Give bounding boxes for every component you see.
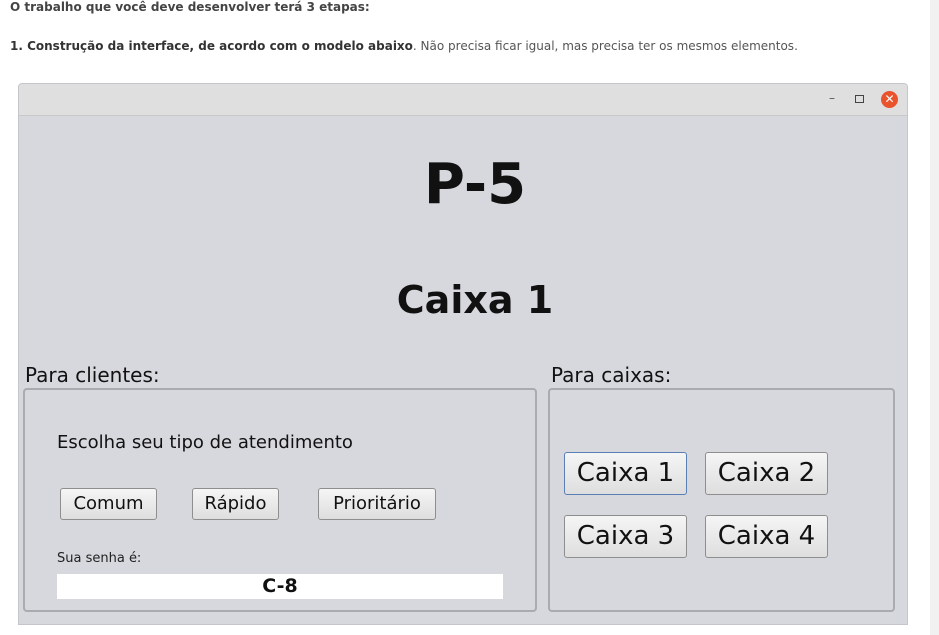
close-icon[interactable]: ✕: [881, 91, 898, 108]
caixas-section-label: Para caixas:: [551, 363, 672, 387]
clients-panel: Escolha seu tipo de atendimento Comum Rá…: [23, 388, 537, 612]
caixa-2-button[interactable]: Caixa 2: [705, 452, 828, 495]
senha-label: Sua senha é:: [57, 551, 142, 566]
prioritario-button[interactable]: Prioritário: [318, 488, 436, 520]
clients-section-label: Para clientes:: [25, 363, 160, 387]
doc-step1-rest: . Não precisa ficar igual, mas precisa t…: [412, 39, 798, 53]
minimize-icon[interactable]: –: [825, 90, 839, 106]
doc-step1: 1. Construção da interface, de acordo co…: [10, 39, 798, 53]
service-type-prompt: Escolha seu tipo de atendimento: [57, 432, 353, 453]
rapido-button[interactable]: Rápido: [192, 488, 279, 520]
window-titlebar: – ✕: [19, 84, 907, 116]
caixas-panel: Caixa 1 Caixa 2 Caixa 3 Caixa 4: [548, 388, 895, 612]
caixa-1-button[interactable]: Caixa 1: [564, 452, 687, 495]
doc-step1-bold: 1. Construção da interface, de acordo co…: [10, 39, 413, 53]
doc-intro: O trabalho que você deve desenvolver ter…: [10, 0, 370, 14]
comum-button[interactable]: Comum: [60, 488, 157, 520]
current-ticket-display: P-5: [423, 152, 527, 217]
senha-value-field: C-8: [57, 574, 503, 599]
app-window: – ✕ P-5 Caixa 1 Para clientes: Para caix…: [18, 83, 908, 625]
current-caixa-display: Caixa 1: [396, 278, 554, 322]
maximize-icon[interactable]: [855, 95, 864, 103]
page-scrollbar[interactable]: [930, 0, 939, 635]
caixa-3-button[interactable]: Caixa 3: [564, 515, 687, 558]
caixa-4-button[interactable]: Caixa 4: [705, 515, 828, 558]
